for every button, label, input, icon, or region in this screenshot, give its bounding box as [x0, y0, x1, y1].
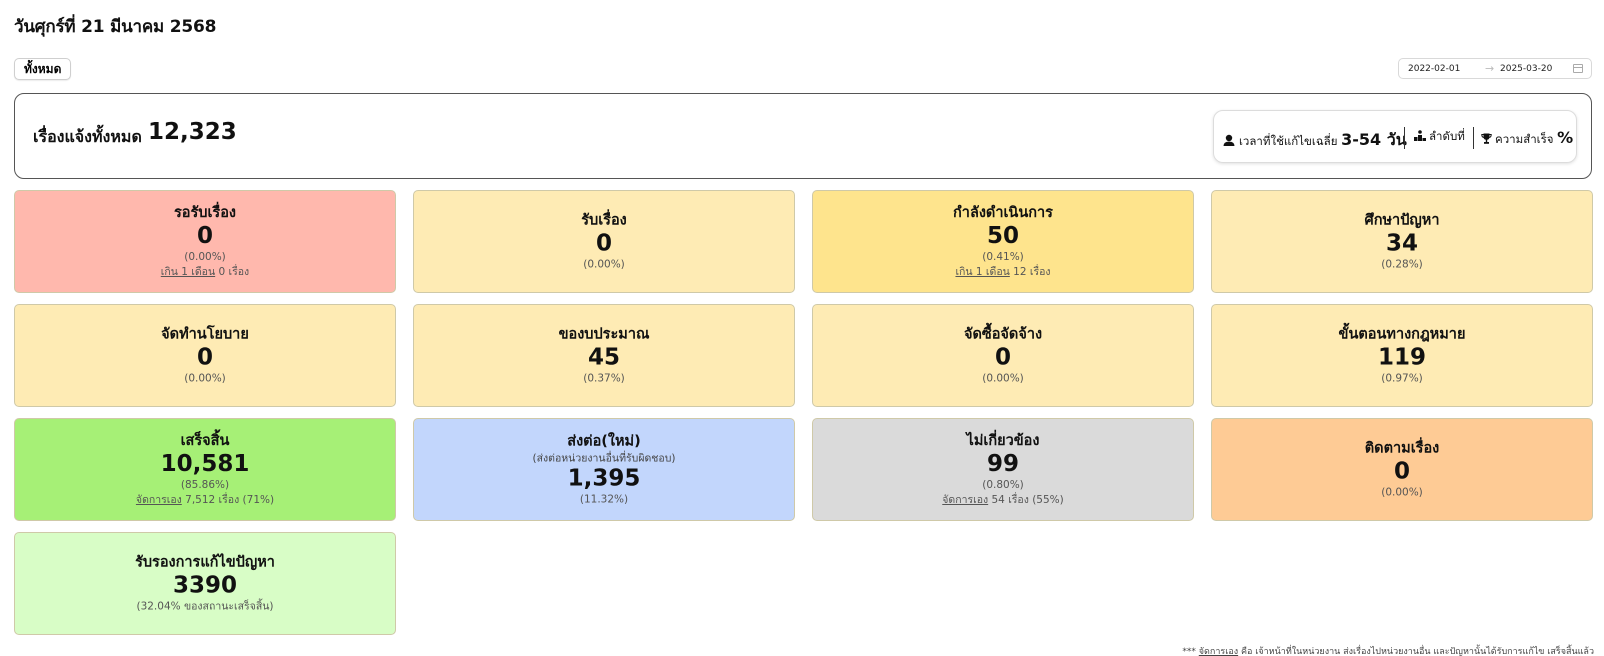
card-self-managed: จัดการเอง 54 เรื่อง (55%) [813, 493, 1193, 508]
status-card-received[interactable]: รับเรื่อง 0 (0.00%) [413, 190, 795, 293]
card-title: ติดตามเรื่อง [1364, 440, 1440, 456]
card-overdue: เกิน 1 เดือน 12 เรื่อง [813, 265, 1193, 280]
card-count: 119 [1377, 344, 1426, 370]
date-range-arrow-icon: → [1485, 62, 1495, 75]
card-percent: (0.28%) [1381, 258, 1423, 270]
card-count: 0 [595, 230, 612, 256]
status-card-policy[interactable]: จัดทำนโยบาย 0 (0.00%) [14, 304, 396, 407]
overdue-count: 12 เรื่อง [1009, 265, 1051, 278]
card-title: จัดซื้อจัดจ้าง [963, 326, 1043, 342]
card-percent: (0.00%) [982, 372, 1024, 384]
self-managed-count: 54 เรื่อง (55%) [988, 493, 1064, 506]
card-title: รับรองการแก้ไขปัญหา [135, 554, 275, 570]
card-title: รับเรื่อง [581, 212, 627, 228]
card-percent: (0.41%) [982, 250, 1024, 263]
summary-panel: เรื่องแจ้งทั้งหมด 12,323 เวลาที่ใช้แก้ไข… [14, 93, 1592, 179]
avg-time-value: 3-54 วัน [1341, 130, 1407, 149]
status-card-procurement[interactable]: จัดซื้อจัดจ้าง 0 (0.00%) [812, 304, 1194, 407]
user-clock-icon [1223, 134, 1235, 146]
card-count: 0 [994, 344, 1011, 370]
card-title: รอรับเรื่อง [173, 204, 237, 221]
card-subtitle: (ส่งต่อหน่วยงานอื่นที่รับผิดชอบ) [532, 452, 676, 464]
status-card-study[interactable]: ศึกษาปัญหา 34 (0.28%) [1211, 190, 1593, 293]
stats-divider [1473, 127, 1474, 149]
date-range-picker[interactable]: 2022-02-01 → 2025-03-20 [1398, 58, 1592, 79]
avg-time-stat: เวลาที่ใช้แก้ไขเฉลี่ย 3-54 วัน [1223, 128, 1407, 153]
status-card-legal[interactable]: ขั้นตอนทางกฎหมาย 119 (0.97%) [1211, 304, 1593, 407]
card-title: ขั้นตอนทางกฎหมาย [1338, 326, 1466, 342]
footnote: *** จัดการเอง คือ เจ้าหน้าที่ในหน่วยงาน … [1182, 644, 1594, 656]
rank-stat: ลำดับที่ [1414, 128, 1465, 146]
card-count: 0 [1393, 458, 1410, 484]
status-card-in-progress[interactable]: กำลังดำเนินการ 50 (0.41%) เกิน 1 เดือน 1… [812, 190, 1194, 293]
self-managed-link[interactable]: จัดการเอง [136, 494, 182, 506]
status-card-pending[interactable]: รอรับเรื่อง 0 (0.00%) เกิน 1 เดือน 0 เรื… [14, 190, 396, 293]
overdue-count: 0 เรื่อง [215, 265, 250, 278]
success-label: ความสำเร็จ [1495, 132, 1554, 146]
card-percent: (0.37%) [583, 372, 625, 384]
card-title: ส่งต่อ(ใหม่) [567, 433, 641, 449]
filter-all-button[interactable]: ทั้งหมด [14, 58, 72, 80]
footnote-prefix: *** [1182, 647, 1199, 656]
card-count: 45 [587, 344, 620, 370]
card-title: ศึกษาปัญหา [1364, 212, 1440, 228]
calendar-icon[interactable] [1573, 64, 1583, 73]
overdue-link[interactable]: เกิน 1 เดือน [955, 266, 1009, 278]
card-count: 0 [196, 222, 213, 249]
status-card-budget[interactable]: ของบประมาณ 45 (0.37%) [413, 304, 795, 407]
card-overdue: เกิน 1 เดือน 0 เรื่อง [15, 265, 395, 280]
success-value: % [1557, 128, 1574, 147]
overdue-link[interactable]: เกิน 1 เดือน [161, 266, 215, 278]
card-title: กำลังดำเนินการ [953, 204, 1053, 221]
card-count: 50 [986, 222, 1019, 249]
success-stat: ความสำเร็จ % [1481, 128, 1573, 149]
total-reports-count: 12,323 [148, 119, 237, 145]
card-percent: (0.00%) [184, 250, 226, 263]
card-self-managed: จัดการเอง 7,512 เรื่อง (71%) [15, 493, 395, 508]
podium-icon [1414, 130, 1426, 141]
self-managed-count: 7,512 เรื่อง (71%) [181, 493, 275, 506]
card-count: 34 [1385, 230, 1418, 256]
total-reports-label: เรื่องแจ้งทั้งหมด [33, 127, 142, 146]
card-percent: (0.00%) [1381, 486, 1423, 498]
status-card-unrelated[interactable]: ไม่เกี่ยวข้อง 99 (0.80%) จัดการเอง 54 เร… [812, 418, 1194, 521]
card-count: 10,581 [160, 450, 250, 477]
card-percent: (0.80%) [982, 478, 1024, 491]
date-end-input[interactable]: 2025-03-20 [1500, 64, 1552, 74]
footnote-text: คือ เจ้าหน้าที่ในหน่วยงาน ส่งเรื่องไปหน่… [1238, 647, 1594, 656]
page-date-title: วันศุกร์ที่ 21 มีนาคม 2568 [14, 17, 217, 37]
stats-divider [1404, 127, 1405, 149]
card-count: 99 [986, 450, 1019, 477]
summary-stats-box: เวลาที่ใช้แก้ไขเฉลี่ย 3-54 วัน ลำดับที่ … [1213, 110, 1577, 163]
card-count: 0 [196, 344, 213, 370]
status-card-forwarded[interactable]: ส่งต่อ(ใหม่) (ส่งต่อหน่วยงานอื่นที่รับผิ… [413, 418, 795, 521]
footnote-link[interactable]: จัดการเอง [1199, 647, 1238, 656]
card-percent: (0.00%) [583, 258, 625, 270]
card-title: ไม่เกี่ยวข้อง [966, 432, 1040, 449]
rank-label: ลำดับที่ [1429, 129, 1465, 143]
card-percent: (0.00%) [184, 372, 226, 384]
card-count: 1,395 [567, 465, 641, 491]
card-title: เสร็จสิ้น [180, 432, 230, 449]
card-title: ของบประมาณ [558, 326, 650, 342]
card-percent: (11.32%) [579, 493, 629, 505]
card-percent: (32.04% ของสถานะเสร็จสิ้น) [136, 600, 274, 612]
card-title: จัดทำนโยบาย [161, 326, 249, 342]
avg-time-label: เวลาที่ใช้แก้ไขเฉลี่ย [1239, 134, 1338, 148]
trophy-icon [1481, 133, 1492, 144]
card-percent: (85.86%) [180, 478, 230, 491]
self-managed-link[interactable]: จัดการเอง [942, 494, 988, 506]
date-start-input[interactable]: 2022-02-01 [1408, 64, 1460, 74]
status-card-certified[interactable]: รับรองการแก้ไขปัญหา 3390 (32.04% ของสถาน… [14, 532, 396, 635]
card-count: 3390 [172, 572, 237, 598]
status-card-follow-up[interactable]: ติดตามเรื่อง 0 (0.00%) [1211, 418, 1593, 521]
status-card-completed[interactable]: เสร็จสิ้น 10,581 (85.86%) จัดการเอง 7,51… [14, 418, 396, 521]
card-percent: (0.97%) [1381, 372, 1423, 384]
